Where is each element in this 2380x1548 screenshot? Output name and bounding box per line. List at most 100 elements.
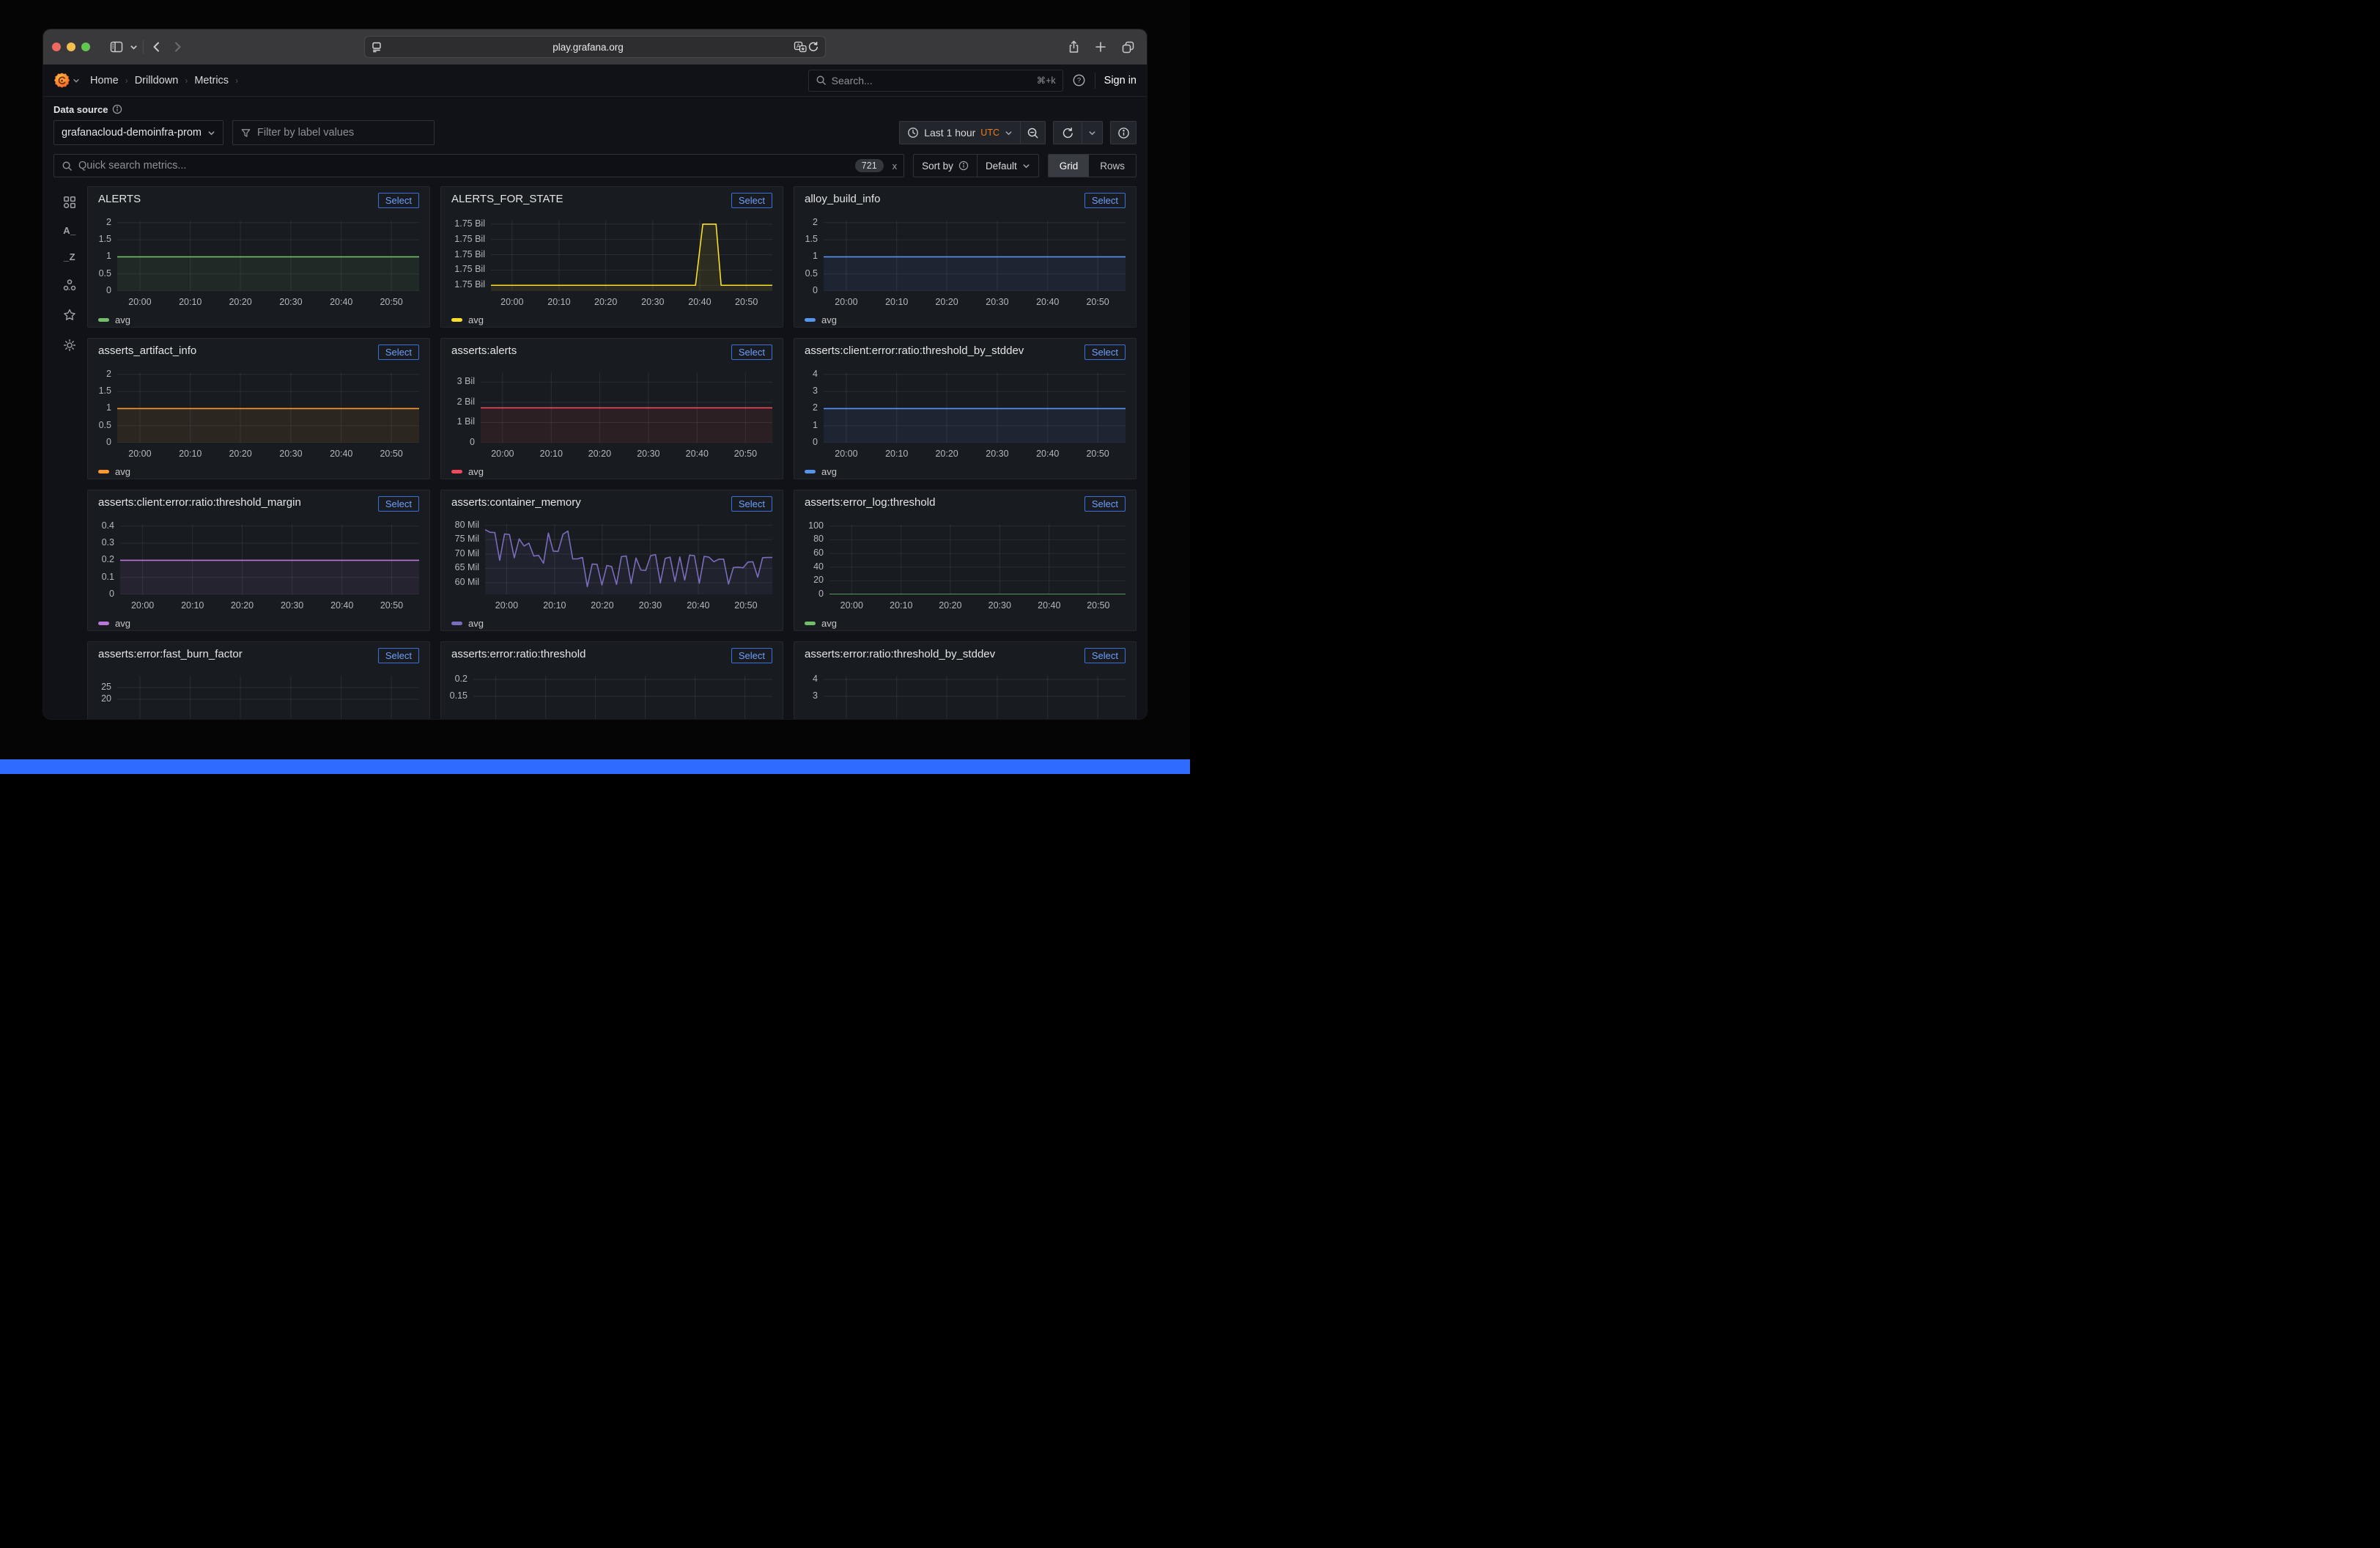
select-button[interactable]: Select	[1084, 344, 1126, 360]
apps-grid-icon[interactable]	[62, 195, 77, 210]
forward-button[interactable]	[167, 37, 188, 57]
share-icon[interactable]	[1063, 37, 1084, 57]
legend[interactable]: avg	[805, 616, 1126, 630]
star-icon[interactable]	[62, 308, 77, 322]
quick-search-input[interactable]: Quick search metrics... 721 x	[53, 154, 904, 177]
time-range-picker[interactable]: Last 1 hour UTC	[900, 122, 1020, 144]
y-tick-label: 3	[813, 386, 818, 396]
tab-overview-icon[interactable]	[1117, 37, 1138, 57]
select-button[interactable]: Select	[378, 648, 419, 663]
legend[interactable]: avg	[805, 465, 1126, 478]
legend[interactable]: avg	[451, 616, 772, 630]
minimize-window-button[interactable]	[67, 43, 75, 51]
x-tick-label: 20:40	[1036, 449, 1059, 459]
select-button[interactable]: Select	[1084, 193, 1126, 208]
breadcrumb-metrics[interactable]: Metrics	[194, 75, 229, 86]
info-group	[1110, 121, 1137, 144]
settings-gear-icon[interactable]	[62, 338, 77, 353]
select-button[interactable]: Select	[731, 193, 772, 208]
legend[interactable]: avg	[805, 313, 1126, 326]
x-tick-label: 20:00	[840, 600, 863, 611]
timeseries-chart[interactable]: 0.40.30.20.10	[98, 524, 419, 594]
info-button[interactable]	[1111, 122, 1136, 144]
y-axis-labels: 2520	[98, 676, 117, 719]
timeseries-chart[interactable]: 43	[805, 676, 1126, 719]
timeseries-chart[interactable]: 43210	[805, 372, 1126, 443]
search-shortcut-hint: ⌘+k	[1037, 75, 1056, 86]
x-tick-label: 20:00	[500, 297, 523, 307]
refresh-button[interactable]	[1054, 122, 1082, 144]
page-format-icon[interactable]	[371, 41, 382, 53]
y-tick-label: 0.2	[455, 674, 468, 684]
y-tick-label: 0	[470, 437, 475, 447]
select-button[interactable]: Select	[1084, 648, 1126, 663]
legend[interactable]: avg	[451, 313, 772, 326]
zoom-window-button[interactable]	[81, 43, 90, 51]
y-tick-label: 1.75 Bil	[454, 249, 485, 259]
x-tick-label: 20:40	[330, 297, 352, 307]
zoom-out-time-button[interactable]	[1020, 122, 1045, 144]
select-button[interactable]: Select	[1084, 496, 1126, 512]
legend[interactable]: avg	[451, 465, 772, 478]
related-group-icon[interactable]	[62, 278, 77, 292]
y-tick-label: 0.1	[102, 572, 114, 582]
timeseries-chart[interactable]: 80 Mil75 Mil70 Mil65 Mil60 Mil	[451, 524, 772, 594]
select-button[interactable]: Select	[731, 496, 772, 512]
breadcrumb-home[interactable]: Home	[90, 75, 119, 86]
y-axis-labels: 0.20.15	[451, 676, 473, 719]
y-axis-labels: 1.75 Bil1.75 Bil1.75 Bil1.75 Bil1.75 Bil	[451, 221, 491, 291]
sort-info-icon[interactable]	[958, 161, 969, 171]
grafana-logo[interactable]	[53, 72, 70, 89]
refresh-interval-chevron[interactable]	[1082, 122, 1102, 144]
x-tick-label: 20:20	[935, 297, 958, 307]
url-text[interactable]: play.grafana.org	[382, 42, 794, 53]
timeseries-chart[interactable]: 21.510.50	[98, 221, 419, 291]
label-filter-input[interactable]: Filter by label values	[232, 120, 435, 145]
back-button[interactable]	[147, 37, 167, 57]
timeseries-chart[interactable]: 3 Bil2 Bil1 Bil0	[451, 372, 772, 443]
translate-icon[interactable]: A★	[794, 41, 808, 53]
select-button[interactable]: Select	[378, 193, 419, 208]
panel-title: asserts:client:error:ratio:threshold_by_…	[805, 344, 1030, 357]
legend[interactable]: avg	[98, 616, 419, 630]
sidebar-chevron-down-icon[interactable]	[127, 37, 140, 57]
select-button[interactable]: Select	[378, 344, 419, 360]
view-grid-button[interactable]: Grid	[1049, 155, 1090, 177]
sign-in-button[interactable]: Sign in	[1104, 75, 1137, 86]
org-switcher-chevron-icon[interactable]	[73, 77, 80, 84]
datasource-select[interactable]: grafanacloud-demoinfra-prom	[53, 120, 223, 145]
panel-title: ALERTS	[98, 193, 147, 205]
view-rows-button[interactable]: Rows	[1089, 155, 1136, 177]
close-window-button[interactable]	[52, 43, 61, 51]
sort-az-icon[interactable]: A_	[63, 225, 76, 236]
timeseries-chart[interactable]: 0.20.15	[451, 676, 772, 719]
breadcrumb-drilldown[interactable]: Drilldown	[135, 75, 179, 86]
select-button[interactable]: Select	[731, 648, 772, 663]
metric-panel: asserts:container_memory Select 80 Mil75…	[440, 490, 783, 631]
reload-icon[interactable]	[808, 41, 819, 53]
address-bar[interactable]: play.grafana.org A★	[364, 36, 826, 58]
sort-value-dropdown[interactable]: Default	[977, 155, 1038, 177]
timeseries-chart[interactable]: 21.510.50	[805, 221, 1126, 291]
timeseries-chart[interactable]: 1.75 Bil1.75 Bil1.75 Bil1.75 Bil1.75 Bil	[451, 221, 772, 291]
datasource-info-icon[interactable]	[112, 104, 122, 114]
timeseries-chart[interactable]: 100806040200	[805, 524, 1126, 594]
select-button[interactable]: Select	[731, 344, 772, 360]
select-button[interactable]: Select	[378, 496, 419, 512]
y-tick-label: 3 Bil	[457, 376, 475, 386]
plot-area	[117, 676, 419, 719]
timeseries-chart[interactable]: 2520	[98, 676, 419, 719]
sort-za-icon[interactable]: _Z	[64, 251, 75, 262]
x-tick-label: 20:00	[491, 449, 514, 459]
new-tab-icon[interactable]	[1090, 37, 1111, 57]
timeseries-chart[interactable]: 21.510.50	[98, 372, 419, 443]
legend[interactable]: avg	[98, 313, 419, 326]
help-icon[interactable]: ?	[1072, 73, 1086, 87]
sidebar-toggle-icon[interactable]	[106, 37, 127, 57]
clear-search-icon[interactable]: x	[892, 161, 898, 172]
legend[interactable]: avg	[98, 465, 419, 478]
metric-panel: ALERTS Select 21.510.50 20:0020:1020:202…	[87, 186, 430, 328]
plot-area	[491, 221, 772, 291]
global-search-input[interactable]: Search... ⌘+k	[808, 70, 1063, 92]
y-axis-labels: 21.510.50	[805, 221, 824, 291]
